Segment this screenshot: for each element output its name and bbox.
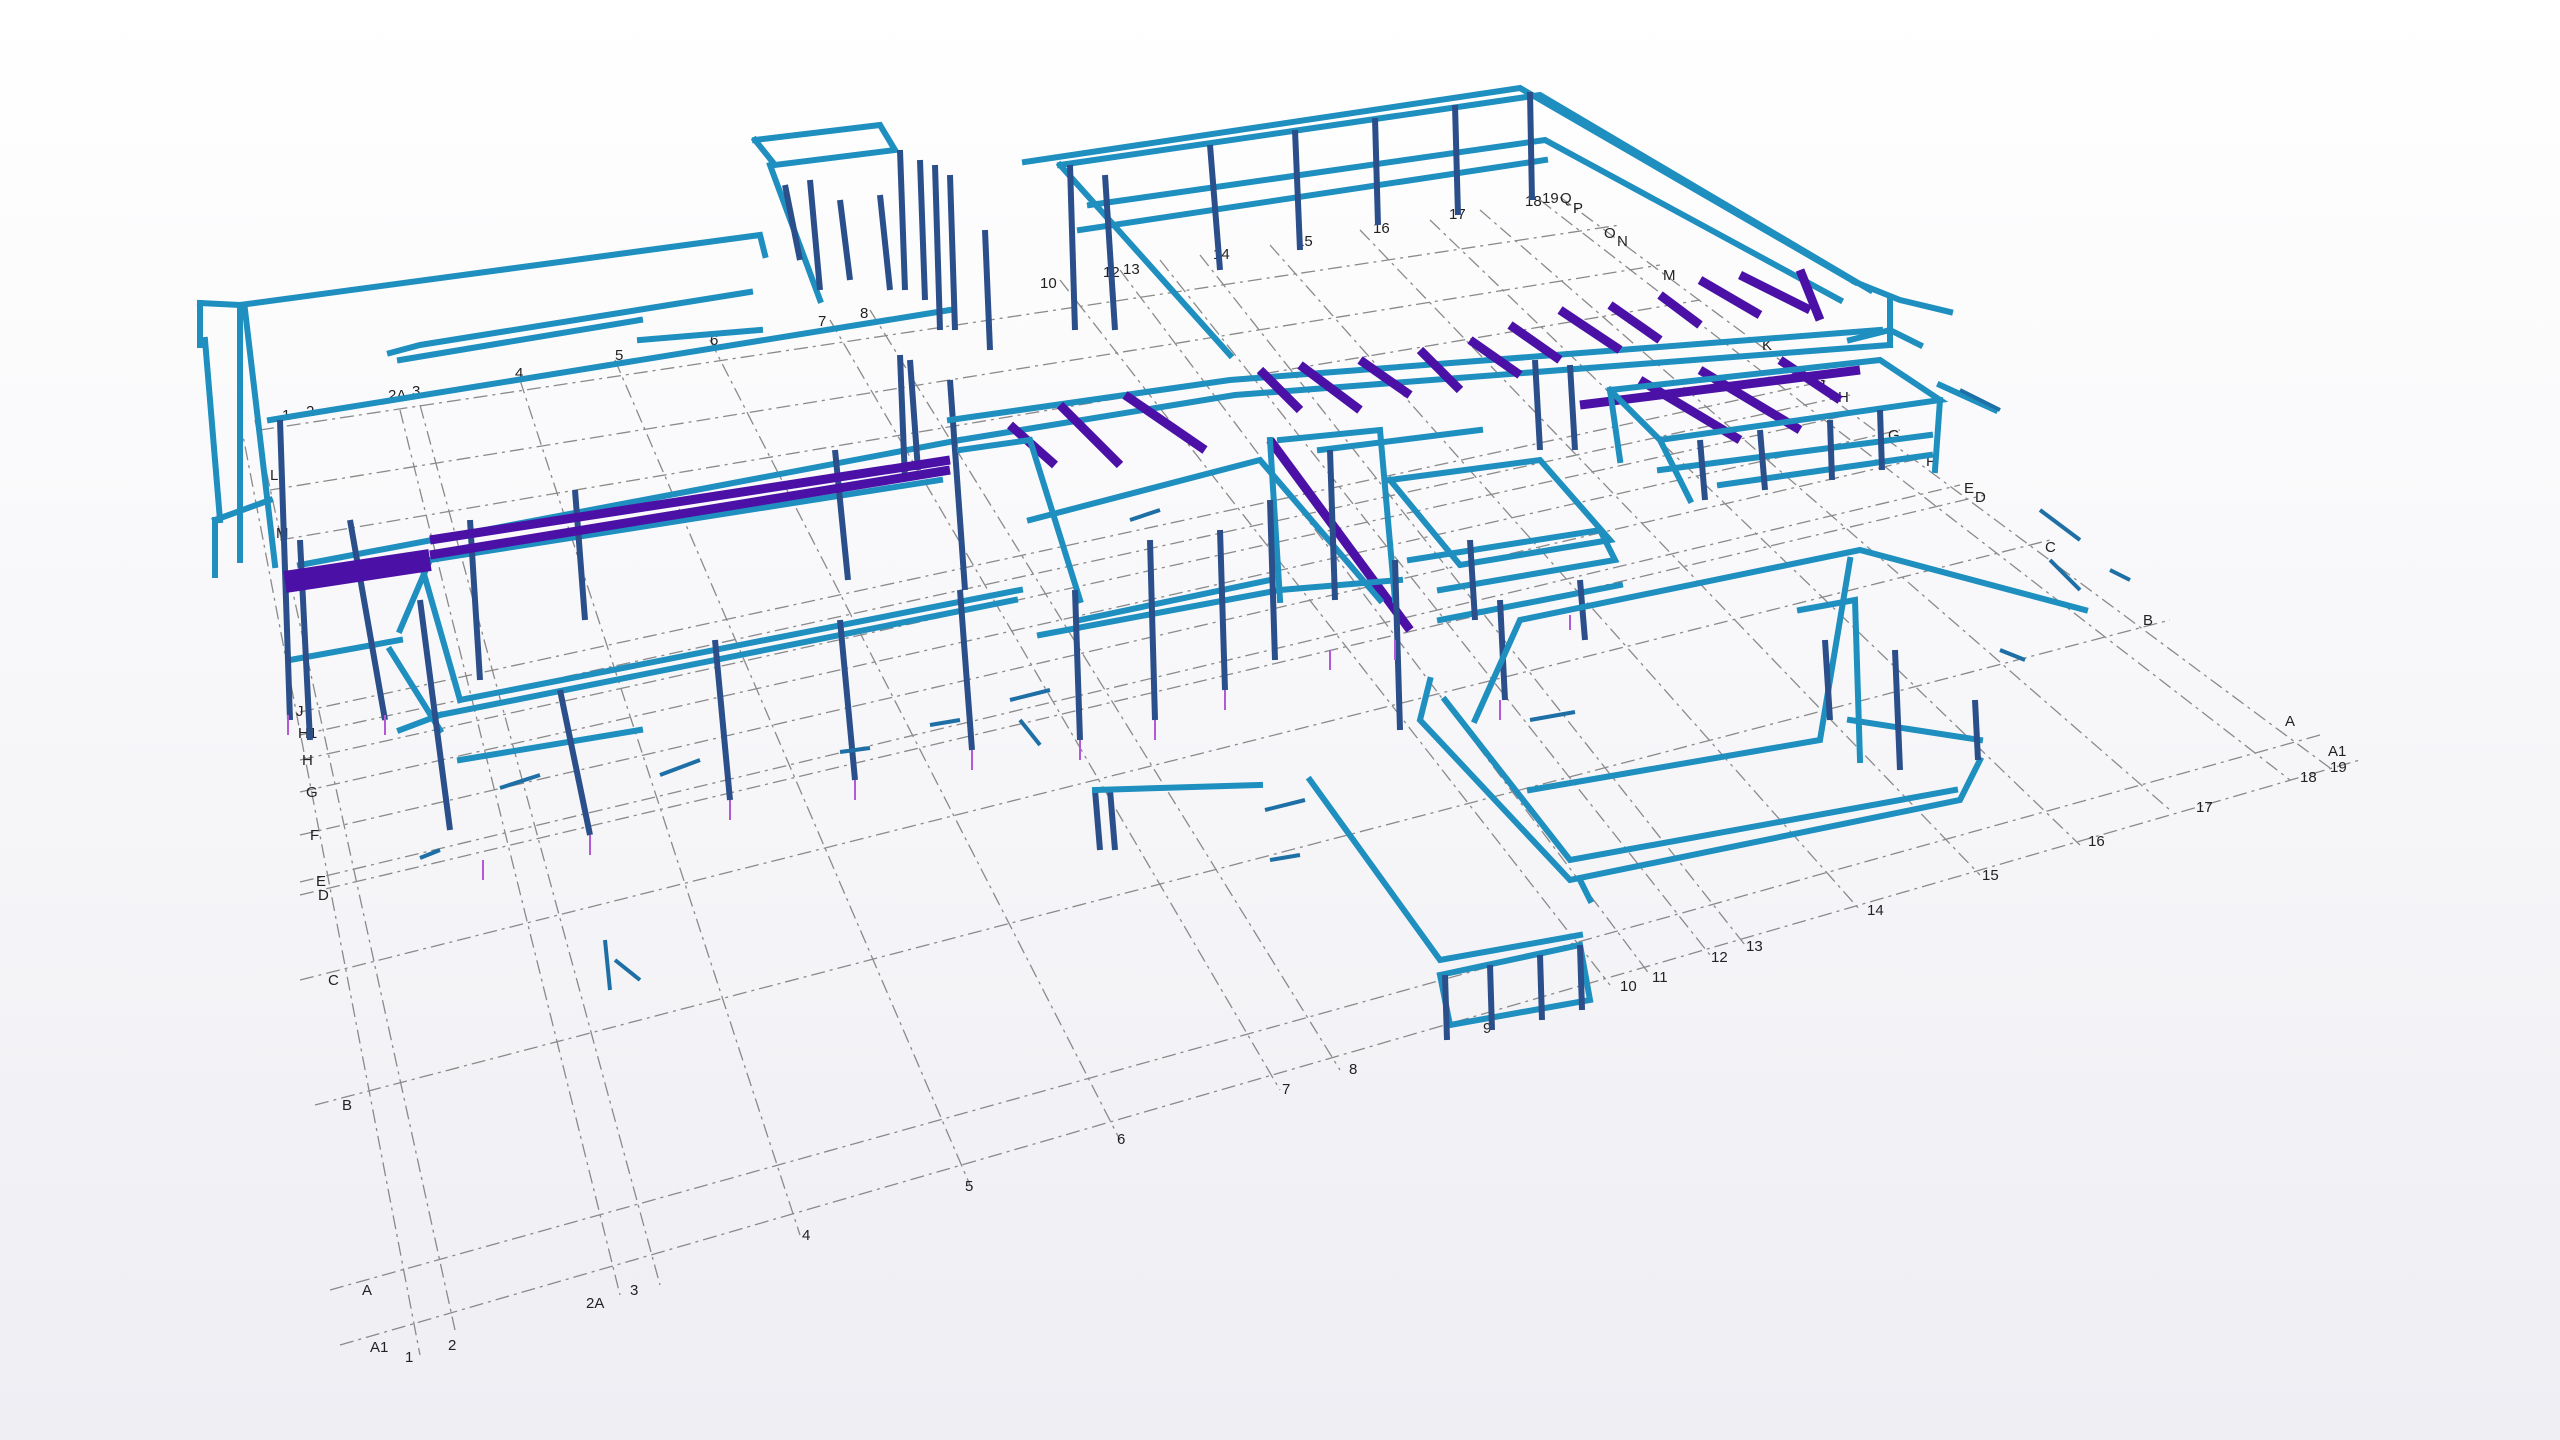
grid-label-back-19: 19 [1542, 190, 1559, 207]
grid-label-10: 10 [1620, 978, 1637, 995]
grid-label-4: 4 [802, 1227, 810, 1244]
grid-label-3: 3 [630, 1282, 638, 1299]
grid-label-d: D [318, 887, 329, 904]
grid-label-16: 16 [2088, 833, 2105, 850]
grid-label-e-right: E [1964, 480, 1974, 497]
grid-label-b: B [342, 1097, 352, 1114]
grid-label-b-right: B [2143, 612, 2153, 629]
grid-label-8: 8 [1349, 1061, 1357, 1078]
grid-label-12: 12 [1711, 949, 1728, 966]
grid-label-2a: 2A [586, 1295, 604, 1312]
grid-label-back-o: O [1604, 225, 1616, 242]
grid-label-back-13: 13 [1123, 261, 1140, 278]
grid-label-17: 17 [2196, 799, 2213, 816]
grid-label-h: H [302, 752, 313, 769]
grid-label-c-right: C [2045, 539, 2056, 556]
grid-label-a-right: A [2285, 713, 2295, 730]
grid-label-a1-right: A1 [2328, 743, 2346, 760]
grid-label-j: J [296, 703, 304, 720]
grid-label-a: A [362, 1282, 372, 1299]
grid-label-back-m: M [1663, 267, 1676, 284]
grid-label-2: 2 [448, 1337, 456, 1354]
grid-label-15: 15 [1982, 867, 1999, 884]
grid-label-a1: A1 [370, 1339, 388, 1356]
grid-label-l-left: L [270, 467, 278, 484]
grid-label-18: 18 [2300, 769, 2317, 786]
grid-label-13: 13 [1746, 938, 1763, 955]
grid-label-14: 14 [1867, 902, 1884, 919]
grid-label-back-q: Q [1560, 190, 1572, 207]
steel-frame[interactable] [196, 84, 2131, 1041]
grid-label-back-p: P [1573, 200, 1583, 217]
grid-label-1: 1 [405, 1349, 413, 1366]
grid-label-back-n: N [1617, 233, 1628, 250]
grid-label-11: 11 [1652, 969, 1668, 986]
grid-label-g: G [306, 784, 318, 801]
model-viewport[interactable]: J H1 H G F E D C B A A1 M L 1 2 2A 3 4 5… [0, 0, 2560, 1440]
grid-label-6: 6 [1117, 1131, 1125, 1148]
grid-label-back-10: 10 [1040, 275, 1057, 292]
grid-label-d-right: D [1975, 489, 1986, 506]
grid-label-back-8: 8 [860, 305, 868, 322]
grid-label-7: 7 [1282, 1081, 1290, 1098]
grid-label-f: F [310, 827, 319, 844]
structural-model-3d[interactable]: J H1 H G F E D C B A A1 M L 1 2 2A 3 4 5… [0, 0, 2560, 1440]
grid-label-5: 5 [965, 1178, 973, 1195]
grid-label-c: C [328, 972, 339, 989]
grid-label-19: 19 [2330, 759, 2347, 776]
